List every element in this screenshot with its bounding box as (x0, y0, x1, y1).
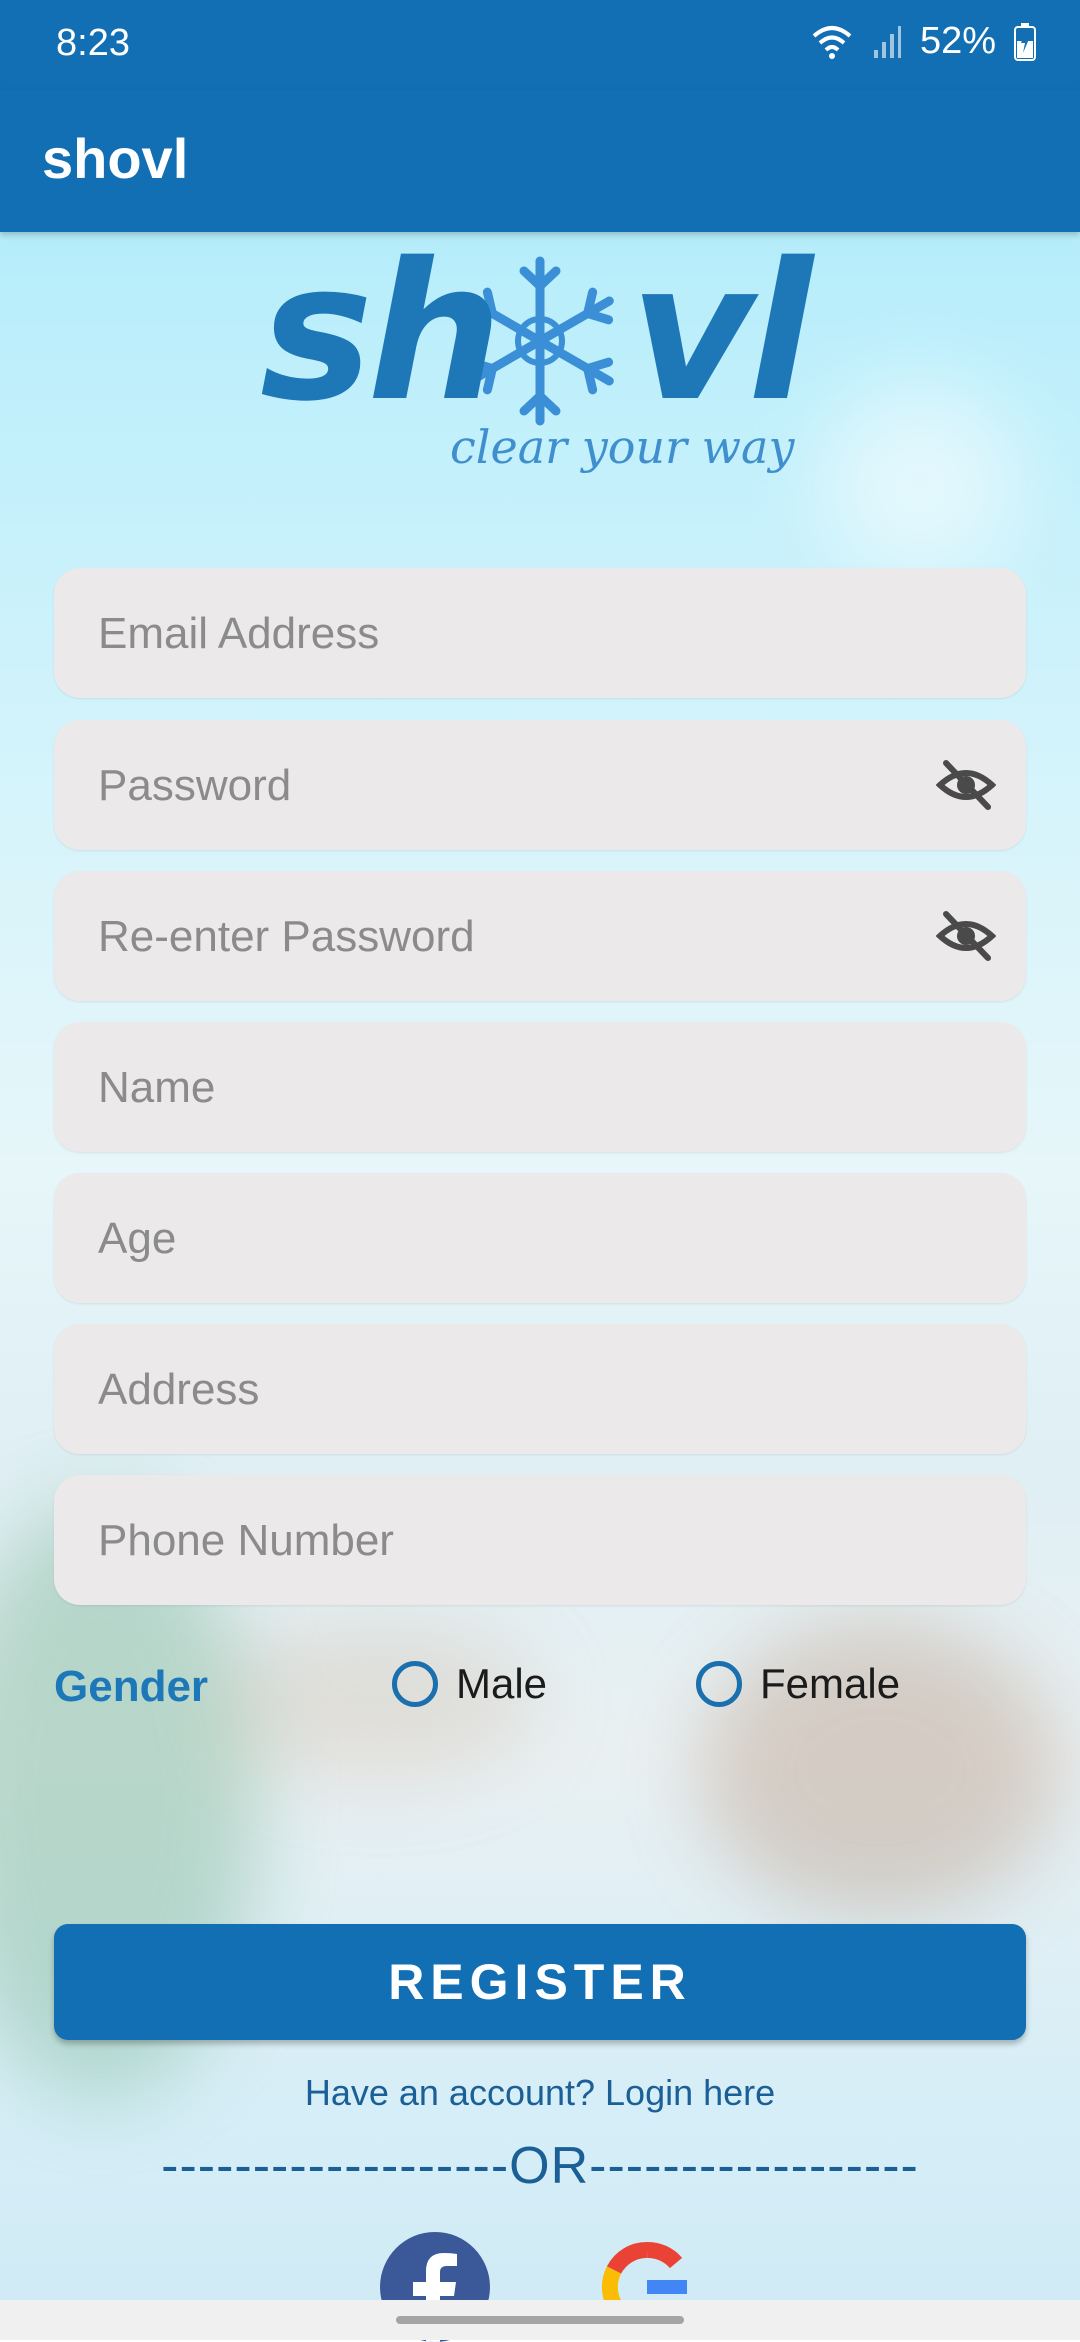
register-button[interactable]: REGISTER (54, 1924, 1026, 2040)
radio-label-male: Male (456, 1660, 548, 1707)
password-input[interactable] (96, 720, 920, 852)
or-divider: -------------------OR------------------ (161, 2137, 919, 2195)
visibility-off-icon[interactable] (936, 906, 996, 966)
confirm-password-input[interactable] (96, 871, 920, 1003)
email-field[interactable] (54, 568, 1026, 700)
visibility-off-icon[interactable] (936, 755, 996, 815)
status-bar: 8:23 52% (0, 0, 1080, 90)
address-input[interactable] (96, 1324, 920, 1456)
gender-radio-female[interactable]: Female (696, 1660, 900, 1708)
login-link[interactable]: Have an account? Login here (0, 2072, 1080, 2114)
radio-label-female: Female (760, 1660, 901, 1707)
wifi-icon (812, 25, 852, 59)
signal-icon (873, 25, 901, 58)
name-field[interactable] (54, 1022, 1026, 1154)
app-logo: sh vl clear your way (260, 222, 813, 475)
age-field[interactable] (54, 1173, 1026, 1305)
gender-label: Gender (54, 1662, 209, 1711)
battery-icon (1014, 22, 1036, 61)
app-bar: shovl (0, 90, 1080, 232)
home-gesture-handle[interactable] (396, 2316, 684, 2324)
battery-percent: 52% (919, 20, 996, 62)
name-input[interactable] (96, 1022, 920, 1154)
app-title: shovl (42, 127, 189, 190)
age-input[interactable] (96, 1173, 920, 1305)
phone-input[interactable] (96, 1475, 920, 1607)
radio-circle[interactable] (392, 1661, 438, 1707)
gender-radio-male[interactable]: Male (392, 1660, 547, 1708)
radio-circle[interactable] (696, 1661, 742, 1707)
confirm-password-field[interactable] (54, 871, 1026, 1003)
email-input[interactable] (96, 568, 920, 700)
password-field[interactable] (54, 720, 1026, 852)
status-time: 8:23 (56, 22, 130, 64)
phone-field[interactable] (54, 1475, 1026, 1607)
logo-tagline: clear your way (450, 420, 795, 474)
address-field[interactable] (54, 1324, 1026, 1456)
